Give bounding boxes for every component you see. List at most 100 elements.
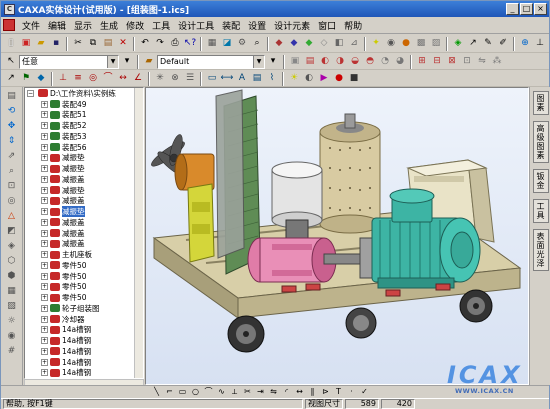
dynamic-zoom-icon[interactable]: ⇕ <box>4 134 20 148</box>
expand-icon[interactable]: + <box>41 358 48 366</box>
tree-item[interactable]: + 零件50 <box>25 292 143 303</box>
block-icon[interactable]: ▣ <box>288 55 302 69</box>
expand-icon[interactable]: + <box>41 208 48 216</box>
component-icon[interactable]: ◆ <box>34 72 48 86</box>
loft-icon[interactable]: ◒ <box>348 55 362 69</box>
record-icon[interactable]: ● <box>332 72 346 86</box>
project-icon[interactable]: ⊳ <box>320 387 331 398</box>
menu-settings[interactable]: 设置 <box>244 19 270 32</box>
polyline-icon[interactable]: ⌐ <box>164 387 175 398</box>
expand-icon[interactable]: + <box>41 315 48 323</box>
redo-icon[interactable]: ↷ <box>153 37 167 51</box>
coaxial-icon[interactable]: ◎ <box>86 72 100 86</box>
collapse-icon[interactable]: − <box>27 89 34 97</box>
maximize-button[interactable]: □ <box>520 3 533 15</box>
texture-icon[interactable]: ▩ <box>414 37 428 51</box>
measure-icon[interactable]: ⊿ <box>347 37 361 51</box>
text-icon[interactable]: T <box>333 387 344 398</box>
camera-icon[interactable]: ◉ <box>384 37 398 51</box>
shadow-icon[interactable]: ◐ <box>302 72 316 86</box>
menu-generate[interactable]: 生成 <box>96 19 122 32</box>
tab-primitives[interactable]: 图素 <box>532 91 549 115</box>
minimize-button[interactable]: _ <box>506 3 519 15</box>
constraint-sketch-icon[interactable]: ∥ <box>307 387 318 398</box>
perspective-icon[interactable]: △ <box>4 209 20 223</box>
sheet-icon[interactable]: ▤ <box>250 72 264 86</box>
expand-icon[interactable]: + <box>41 143 48 151</box>
pan-view-icon[interactable]: ✥ <box>4 119 20 133</box>
dimension-icon[interactable]: ⟷ <box>220 72 234 86</box>
sweep-icon[interactable]: ◑ <box>333 55 347 69</box>
tree-item[interactable]: + 装配52 <box>25 120 143 131</box>
zoom-fit-icon[interactable]: ⊡ <box>4 179 20 193</box>
expand-icon[interactable]: + <box>41 294 48 302</box>
bool-intersect-icon[interactable]: ⊠ <box>445 55 459 69</box>
fillet-icon[interactable]: ◔ <box>378 55 392 69</box>
expand-icon[interactable]: + <box>41 154 48 162</box>
finish-sketch-icon[interactable]: ✓ <box>359 387 370 398</box>
delete-icon[interactable]: ✕ <box>116 37 130 51</box>
tree-vertical-scrollbar[interactable] <box>134 88 143 378</box>
expand-icon[interactable]: + <box>41 165 48 173</box>
rotate-view-icon[interactable]: ⟲ <box>4 104 20 118</box>
render-icon[interactable]: ◪ <box>220 37 234 51</box>
axis-icon[interactable]: ⊥ <box>533 37 547 51</box>
fillet-sketch-icon[interactable]: ◜ <box>281 387 292 398</box>
tree-item[interactable]: + 减振盖 <box>25 196 143 207</box>
light-settings-icon[interactable]: ☼ <box>4 314 20 328</box>
align-icon[interactable]: ≡ <box>71 72 85 86</box>
expand-icon[interactable]: + <box>41 186 48 194</box>
tree-item[interactable]: +14a槽钢 <box>25 368 143 379</box>
background-icon[interactable]: ▧ <box>4 299 20 313</box>
help-pointer-icon[interactable]: ↖? <box>183 37 197 51</box>
filter-options-icon[interactable]: ▾ <box>120 55 134 69</box>
triball-icon[interactable]: ⊕ <box>518 37 532 51</box>
offset-icon[interactable]: ⟂ <box>229 387 240 398</box>
view-front-icon[interactable]: ◆ <box>272 37 286 51</box>
menu-edit[interactable]: 编辑 <box>44 19 70 32</box>
expand-icon[interactable]: + <box>41 283 48 291</box>
menu-assembly[interactable]: 装配 <box>218 19 244 32</box>
tree-item[interactable]: + 冷却器 <box>25 314 143 325</box>
tree-item[interactable]: + 减振盖 <box>25 217 143 228</box>
mirror-sketch-icon[interactable]: ⇋ <box>268 387 279 398</box>
look-at-icon[interactable]: ◎ <box>4 194 20 208</box>
tree-item[interactable]: + 装配53 <box>25 131 143 142</box>
tree-item[interactable]: + 减振盖 <box>25 239 143 250</box>
pen-icon[interactable]: ✎ <box>481 37 495 51</box>
drawing-icon[interactable]: ▭ <box>205 72 219 86</box>
material-icon[interactable]: ▰ <box>142 55 156 69</box>
grid-icon[interactable]: ▦ <box>205 37 219 51</box>
view-right-icon[interactable]: ◆ <box>302 37 316 51</box>
expand-icon[interactable]: + <box>41 100 48 108</box>
tree-item[interactable]: + 主机座板 <box>25 249 143 260</box>
tree-root[interactable]: − D:\工作资料\实例练 <box>25 88 143 99</box>
expand-icon[interactable]: + <box>41 111 48 119</box>
arc-icon[interactable]: ⌒ <box>203 387 214 398</box>
menu-view[interactable]: 显示 <box>70 19 96 32</box>
expand-icon[interactable]: + <box>41 251 48 259</box>
expand-icon[interactable]: + <box>41 304 48 312</box>
bool-union-icon[interactable]: ⊞ <box>415 55 429 69</box>
copy-icon[interactable]: ⧉ <box>86 37 100 51</box>
pattern-icon[interactable]: ⁂ <box>490 55 504 69</box>
rectangle-icon[interactable]: ▭ <box>177 387 188 398</box>
tangent-icon[interactable]: ⌒ <box>101 72 115 86</box>
menu-tools[interactable]: 工具 <box>148 19 174 32</box>
tree-item[interactable]: + 减振垫 <box>25 163 143 174</box>
mirror-icon[interactable]: ⇋ <box>475 55 489 69</box>
extrude-icon[interactable]: ▤ <box>303 55 317 69</box>
split-icon[interactable]: ⊡ <box>460 55 474 69</box>
tree-item[interactable]: + 减振垫 <box>25 153 143 164</box>
tree-item[interactable]: + 减振垫 <box>25 185 143 196</box>
close-button[interactable]: × <box>534 3 547 15</box>
style-combo[interactable]: Default ▼ <box>157 54 265 69</box>
expand-icon[interactable]: + <box>41 132 48 140</box>
menu-modify[interactable]: 修改 <box>122 19 148 32</box>
section-icon[interactable]: ◧ <box>332 37 346 51</box>
expand-icon[interactable]: + <box>41 122 48 130</box>
trim-icon[interactable]: ✂ <box>242 387 253 398</box>
tree-item[interactable]: +14a槽钢 <box>25 335 143 346</box>
expand-icon[interactable]: + <box>41 218 48 226</box>
distance-icon[interactable]: ↔ <box>116 72 130 86</box>
